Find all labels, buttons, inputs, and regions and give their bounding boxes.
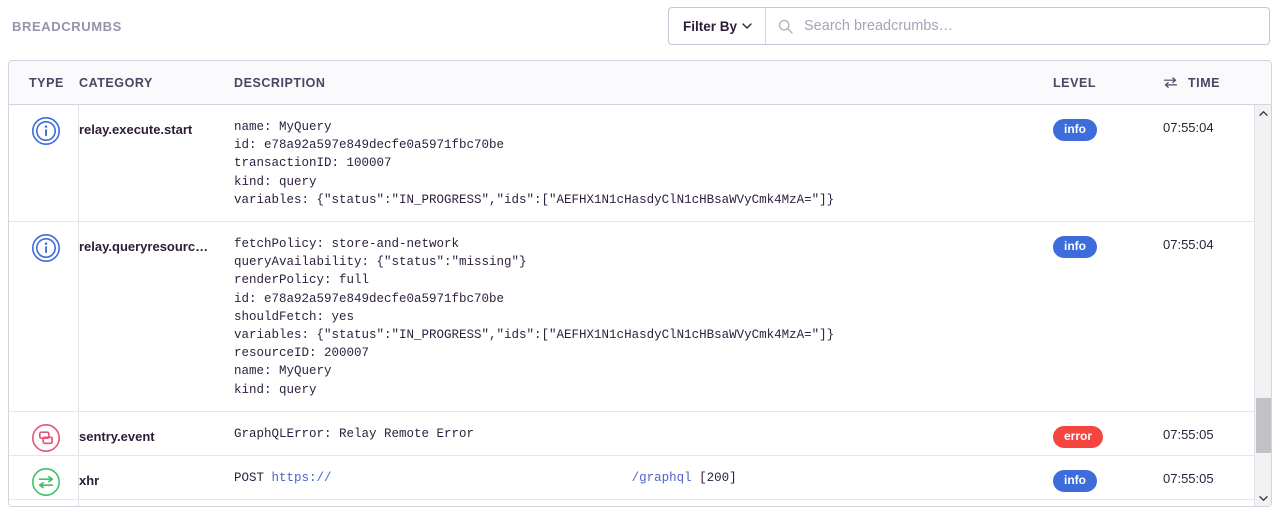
table-header-row: TYPE CATEGORY DESCRIPTION LEVEL TIME	[9, 61, 1271, 105]
breadcrumb-type-cell	[9, 412, 79, 453]
filter-by-label: Filter By	[683, 18, 738, 34]
breadcrumb-category: relay.execute.next	[79, 500, 234, 506]
info-circle-icon	[31, 116, 61, 146]
search-input[interactable]	[802, 8, 1257, 44]
status-badge: error	[1053, 425, 1104, 448]
breadcrumbs-page: BREADCRUMBS Filter By TYPE CATEGORY DESC…	[0, 0, 1280, 513]
description-link[interactable]: https://	[272, 471, 332, 485]
breadcrumb-type-cell	[9, 456, 79, 497]
breadcrumb-type-cell	[9, 105, 79, 146]
column-header-description: DESCRIPTION	[234, 75, 326, 90]
scroll-up-button[interactable]	[1255, 105, 1271, 122]
breadcrumb-category: relay.execute.start	[79, 122, 193, 137]
table-rows: relay.execute.start name: MyQuery id: e78…	[9, 105, 1271, 506]
breadcrumbs-table: TYPE CATEGORY DESCRIPTION LEVEL TIME rel…	[8, 60, 1272, 507]
breadcrumb-description: GraphQLError: Relay Remote Error	[234, 426, 475, 441]
breadcrumb-type-cell	[9, 222, 79, 263]
status-badge: info	[1053, 470, 1097, 493]
status-badge: info	[1053, 119, 1097, 141]
breadcrumb-description: transactionID: 100004	[234, 500, 1053, 506]
breadcrumb-category: relay.queryresourc…	[79, 239, 209, 255]
sort-swap-icon[interactable]	[1163, 76, 1178, 89]
scrollbar-thumb[interactable]	[1256, 398, 1271, 453]
breadcrumb-type-cell	[9, 500, 79, 506]
scroll-down-button[interactable]	[1255, 490, 1271, 506]
breadcrumb-level-cell: info	[1053, 500, 1163, 506]
breadcrumb-level-cell: info	[1053, 456, 1163, 493]
sentry-blocks-icon	[31, 423, 61, 453]
column-header-time: TIME	[1188, 75, 1221, 90]
table-row[interactable]: relay.execute.nexttransactionID: 100004i…	[9, 500, 1271, 506]
breadcrumb-category: sentry.event	[79, 428, 155, 444]
table-body: relay.execute.start name: MyQuery id: e78…	[9, 105, 1271, 506]
description-text	[332, 471, 632, 485]
table-row[interactable]: relay.queryresourc… fetchPolicy: store-an…	[9, 222, 1271, 412]
breadcrumb-level-cell: error	[1053, 412, 1163, 448]
description-text: [200]	[691, 471, 737, 486]
search-bar: Filter By	[668, 7, 1270, 45]
info-circle-icon	[31, 233, 61, 263]
breadcrumb-category: xhr	[79, 473, 100, 489]
breadcrumb-level-cell: info	[1053, 222, 1163, 259]
breadcrumb-description: fetchPolicy: store-and-network queryAvai…	[234, 237, 835, 397]
breadcrumbs-header: BREADCRUMBS Filter By	[0, 0, 1280, 52]
chevron-down-icon	[742, 21, 752, 30]
search-field-wrap	[766, 8, 1269, 44]
table-row[interactable]: relay.execute.start name: MyQuery id: e78…	[9, 105, 1271, 223]
status-badge: info	[1053, 236, 1097, 259]
column-header-category: CATEGORY	[79, 75, 153, 90]
http-exchange-arrows-icon	[31, 467, 61, 497]
search-icon	[778, 19, 793, 34]
description-text: POST	[234, 471, 272, 486]
column-header-level: LEVEL	[1053, 75, 1097, 90]
table-row[interactable]: sentry.event GraphQLError: Relay Remote E…	[9, 412, 1271, 457]
description-link[interactable]: /graphql	[632, 471, 692, 485]
column-header-time-group: TIME	[1163, 76, 1271, 90]
breadcrumb-description: name: MyQuery id: e78a92a597e849decfe0a5…	[234, 120, 835, 207]
vertical-scrollbar[interactable]	[1254, 105, 1271, 506]
breadcrumb-level-cell: info	[1053, 105, 1163, 141]
column-header-type: TYPE	[29, 75, 64, 90]
table-row[interactable]: xhr POST https:// /graphql [200] info 07:55…	[9, 456, 1271, 501]
breadcrumb-description: POST https:// /graphql [200]	[234, 456, 1053, 499]
page-title: BREADCRUMBS	[12, 18, 122, 34]
filter-by-dropdown[interactable]: Filter By	[669, 8, 767, 44]
